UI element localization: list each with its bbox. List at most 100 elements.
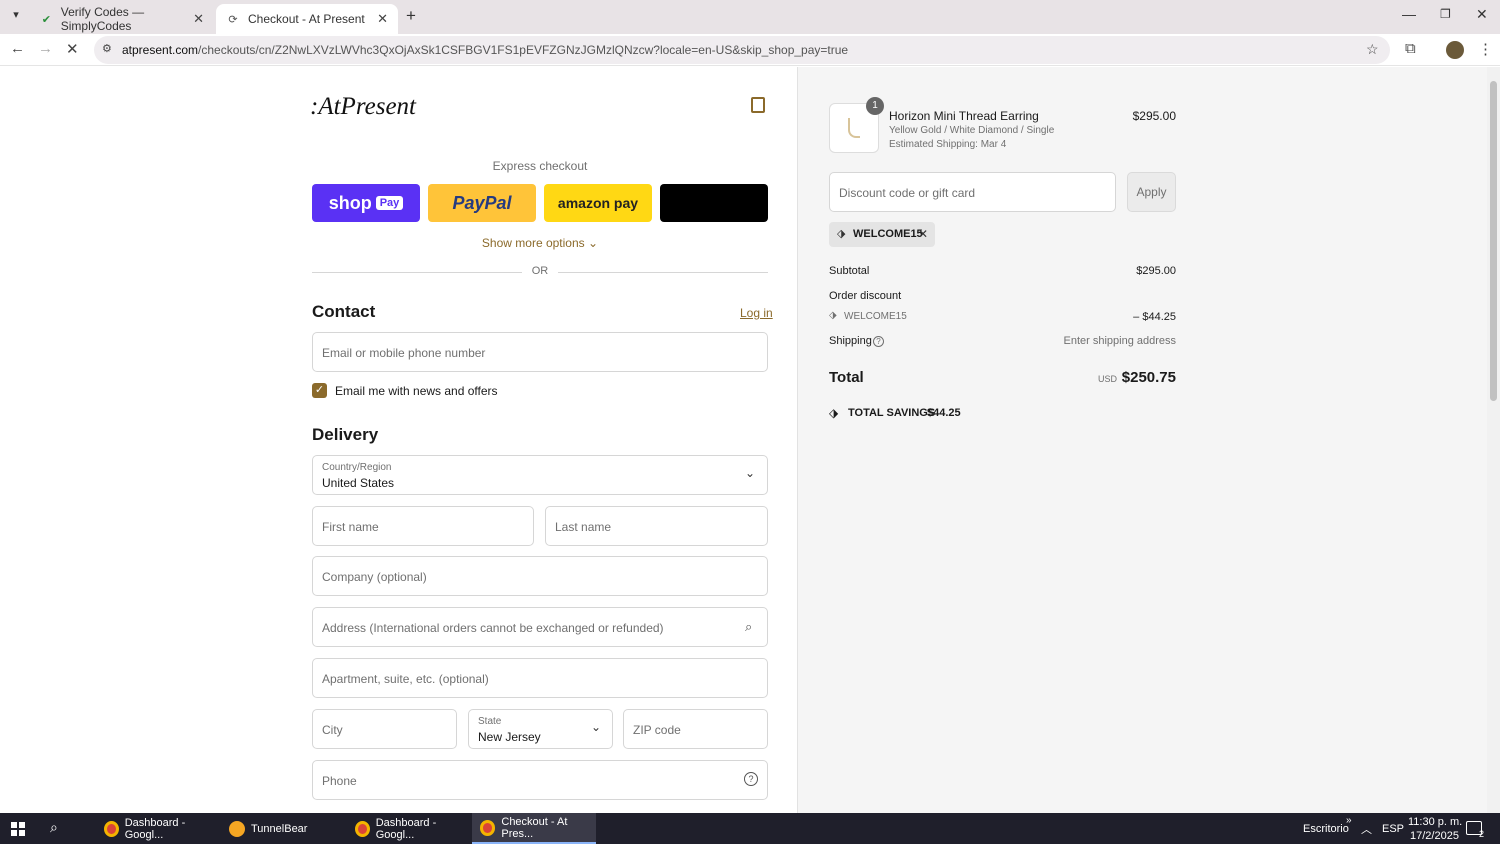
product-shipping: Estimated Shipping: Mar 4 <box>889 139 1007 150</box>
country-select[interactable]: Country/Region United States ⌄ <box>312 455 768 495</box>
remove-code-icon[interactable]: ✕ <box>918 227 928 241</box>
tag-icon: ⬗ <box>829 310 837 321</box>
zip-field[interactable]: ZIP code <box>623 709 768 749</box>
applied-code-chip: ⬗ WELCOME15 ✕ <box>829 222 935 247</box>
notification-count: 2 <box>1479 829 1485 839</box>
apply-button[interactable]: Apply <box>1127 172 1176 212</box>
desktop-label[interactable]: Escritorio <box>1303 823 1349 835</box>
minimize-icon[interactable]: — <box>1402 6 1416 22</box>
forward-icon[interactable]: → <box>38 40 53 57</box>
cart-bag-icon[interactable] <box>751 97 765 113</box>
express-checkout-label: Express checkout <box>492 159 588 173</box>
tab-simplycodes[interactable]: ✔ Verify Codes — SimplyCodes ✕ <box>30 4 214 34</box>
product-price: $295.00 <box>1132 109 1176 123</box>
menu-icon[interactable]: ⋮ <box>1478 40 1493 58</box>
stop-loading-icon[interactable]: ✕ <box>66 40 79 58</box>
total-value: $250.75 <box>1121 369 1176 386</box>
contact-heading: Contact <box>312 302 376 321</box>
store-logo[interactable]: :AtPresent <box>310 93 416 121</box>
country-label: Country/Region <box>322 462 392 473</box>
applied-code: WELCOME15 <box>853 228 923 240</box>
address-bar[interactable]: ⚙ atpresent.com/checkouts/cn/Z2NwLXVzLWV… <box>94 36 1390 64</box>
address-field[interactable]: Address (International orders cannot be … <box>312 607 768 647</box>
discount-code-line: WELCOME15 <box>844 311 907 322</box>
windows-taskbar: ⌕ Dashboard - Googl... TunnelBear Dashbo… <box>0 813 1500 844</box>
total-label: Total <box>829 369 864 386</box>
order-discount-label: Order discount <box>829 290 902 302</box>
restore-icon[interactable]: ❐ <box>1440 7 1451 21</box>
taskbar-label: TunnelBear <box>251 822 308 835</box>
divider-left <box>312 272 522 273</box>
url-text: atpresent.com/checkouts/cn/Z2NwLXVzLWVhc… <box>122 43 848 57</box>
shop-pay-badge: Pay <box>375 196 404 210</box>
paypal-button[interactable]: PayPal <box>428 184 536 222</box>
close-tab-icon[interactable]: ✕ <box>193 11 204 27</box>
close-tab-icon[interactable]: ✕ <box>377 11 388 27</box>
info-icon[interactable]: ? <box>873 336 884 347</box>
total-savings-value: $44.25 <box>927 407 961 419</box>
simplycodes-favicon-icon: ✔ <box>41 13 51 26</box>
apartment-field[interactable]: Apartment, suite, etc. (optional) <box>312 658 768 698</box>
scrollbar-thumb[interactable] <box>1490 81 1497 401</box>
apartment-placeholder: Apartment, suite, etc. (optional) <box>322 672 489 686</box>
chevron-down-icon: ⌄ <box>588 236 599 250</box>
delivery-heading: Delivery <box>312 425 379 444</box>
first-name-field[interactable]: First name <box>312 506 534 546</box>
new-tab-button[interactable]: + <box>406 6 416 26</box>
discount-placeholder: Discount code or gift card <box>839 186 976 200</box>
bookmark-star-icon[interactable]: ☆ <box>1366 41 1379 58</box>
amazon-pay-button[interactable]: amazon pay <box>544 184 652 222</box>
product-variant: Yellow Gold / White Diamond / Single <box>889 125 1055 136</box>
state-select[interactable]: State New Jersey ⌄ <box>468 709 613 749</box>
tab-title: Verify Codes — SimplyCodes <box>60 5 145 33</box>
shop-pay-text: shop <box>328 192 372 213</box>
phone-field[interactable]: Phone ? <box>312 760 768 800</box>
taskbar-chrome-checkout[interactable]: Checkout - At Pres... <box>472 813 596 844</box>
newsletter-checkbox[interactable]: ✓ <box>312 383 327 398</box>
clock-time[interactable]: 11:30 p. m. <box>1408 816 1462 828</box>
tag-icon: ⬗ <box>837 228 846 240</box>
language-indicator[interactable]: ESP <box>1382 823 1404 835</box>
newsletter-label: Email me with news and offers <box>335 384 498 398</box>
city-field[interactable]: City <box>312 709 457 749</box>
search-icon[interactable]: ⌕ <box>50 819 58 836</box>
tab-checkout[interactable]: ⟳ Checkout - At Present ✕ <box>216 4 398 34</box>
tray-up-icon[interactable]: ︿ <box>1361 821 1372 837</box>
last-name-placeholder: Last name <box>555 520 612 534</box>
page-scrollbar[interactable] <box>1487 67 1500 813</box>
back-icon[interactable]: ← <box>10 40 25 57</box>
taskbar-tunnelbear[interactable]: TunnelBear <box>221 813 339 844</box>
earring-image <box>848 118 860 138</box>
express-button-black[interactable] <box>660 184 768 222</box>
state-label: State <box>478 716 502 727</box>
country-value: United States <box>322 476 395 490</box>
last-name-field[interactable]: Last name <box>545 506 768 546</box>
shipping-value: Enter shipping address <box>1063 335 1176 347</box>
discount-code-field[interactable]: Discount code or gift card <box>829 172 1116 212</box>
chrome-icon <box>104 820 119 837</box>
total-savings-label: TOTAL SAVINGS <box>848 407 936 419</box>
clock-date[interactable]: 17/2/2025 <box>1410 830 1459 842</box>
taskbar-label: Dashboard - Googl... <box>375 816 437 841</box>
profile-avatar[interactable] <box>1446 41 1464 59</box>
city-placeholder: City <box>322 723 343 737</box>
tab-search-icon[interactable]: ▾ <box>6 8 26 26</box>
help-icon[interactable]: ? <box>744 772 758 786</box>
search-icon: ⌕ <box>745 619 753 634</box>
show-more-options[interactable]: Show more options ⌄ <box>312 236 768 250</box>
login-link[interactable]: Log in <box>740 306 773 320</box>
browser-toolbar: ← → ✕ ⚙ atpresent.com/checkouts/cn/Z2NwL… <box>0 34 1500 66</box>
subtotal-value: $295.00 <box>1136 265 1176 277</box>
email-field[interactable]: Email or mobile phone number <box>312 332 768 372</box>
extensions-icon[interactable]: ⧉ <box>1405 40 1416 57</box>
site-info-icon[interactable]: ⚙ <box>102 42 112 55</box>
desktop-chevron-icon: » <box>1346 815 1352 826</box>
company-field[interactable]: Company (optional) <box>312 556 768 596</box>
loading-favicon-icon: ⟳ <box>228 13 238 26</box>
product-name: Horizon Mini Thread Earring <box>889 109 1039 123</box>
taskbar-chrome-dashboard-2[interactable]: Dashboard - Googl... <box>347 813 465 844</box>
taskbar-chrome-dashboard-1[interactable]: Dashboard - Googl... <box>96 813 214 844</box>
shop-pay-button[interactable]: shop Pay <box>312 184 420 222</box>
windows-start-icon[interactable] <box>11 822 25 836</box>
close-window-icon[interactable]: ✕ <box>1476 6 1488 23</box>
